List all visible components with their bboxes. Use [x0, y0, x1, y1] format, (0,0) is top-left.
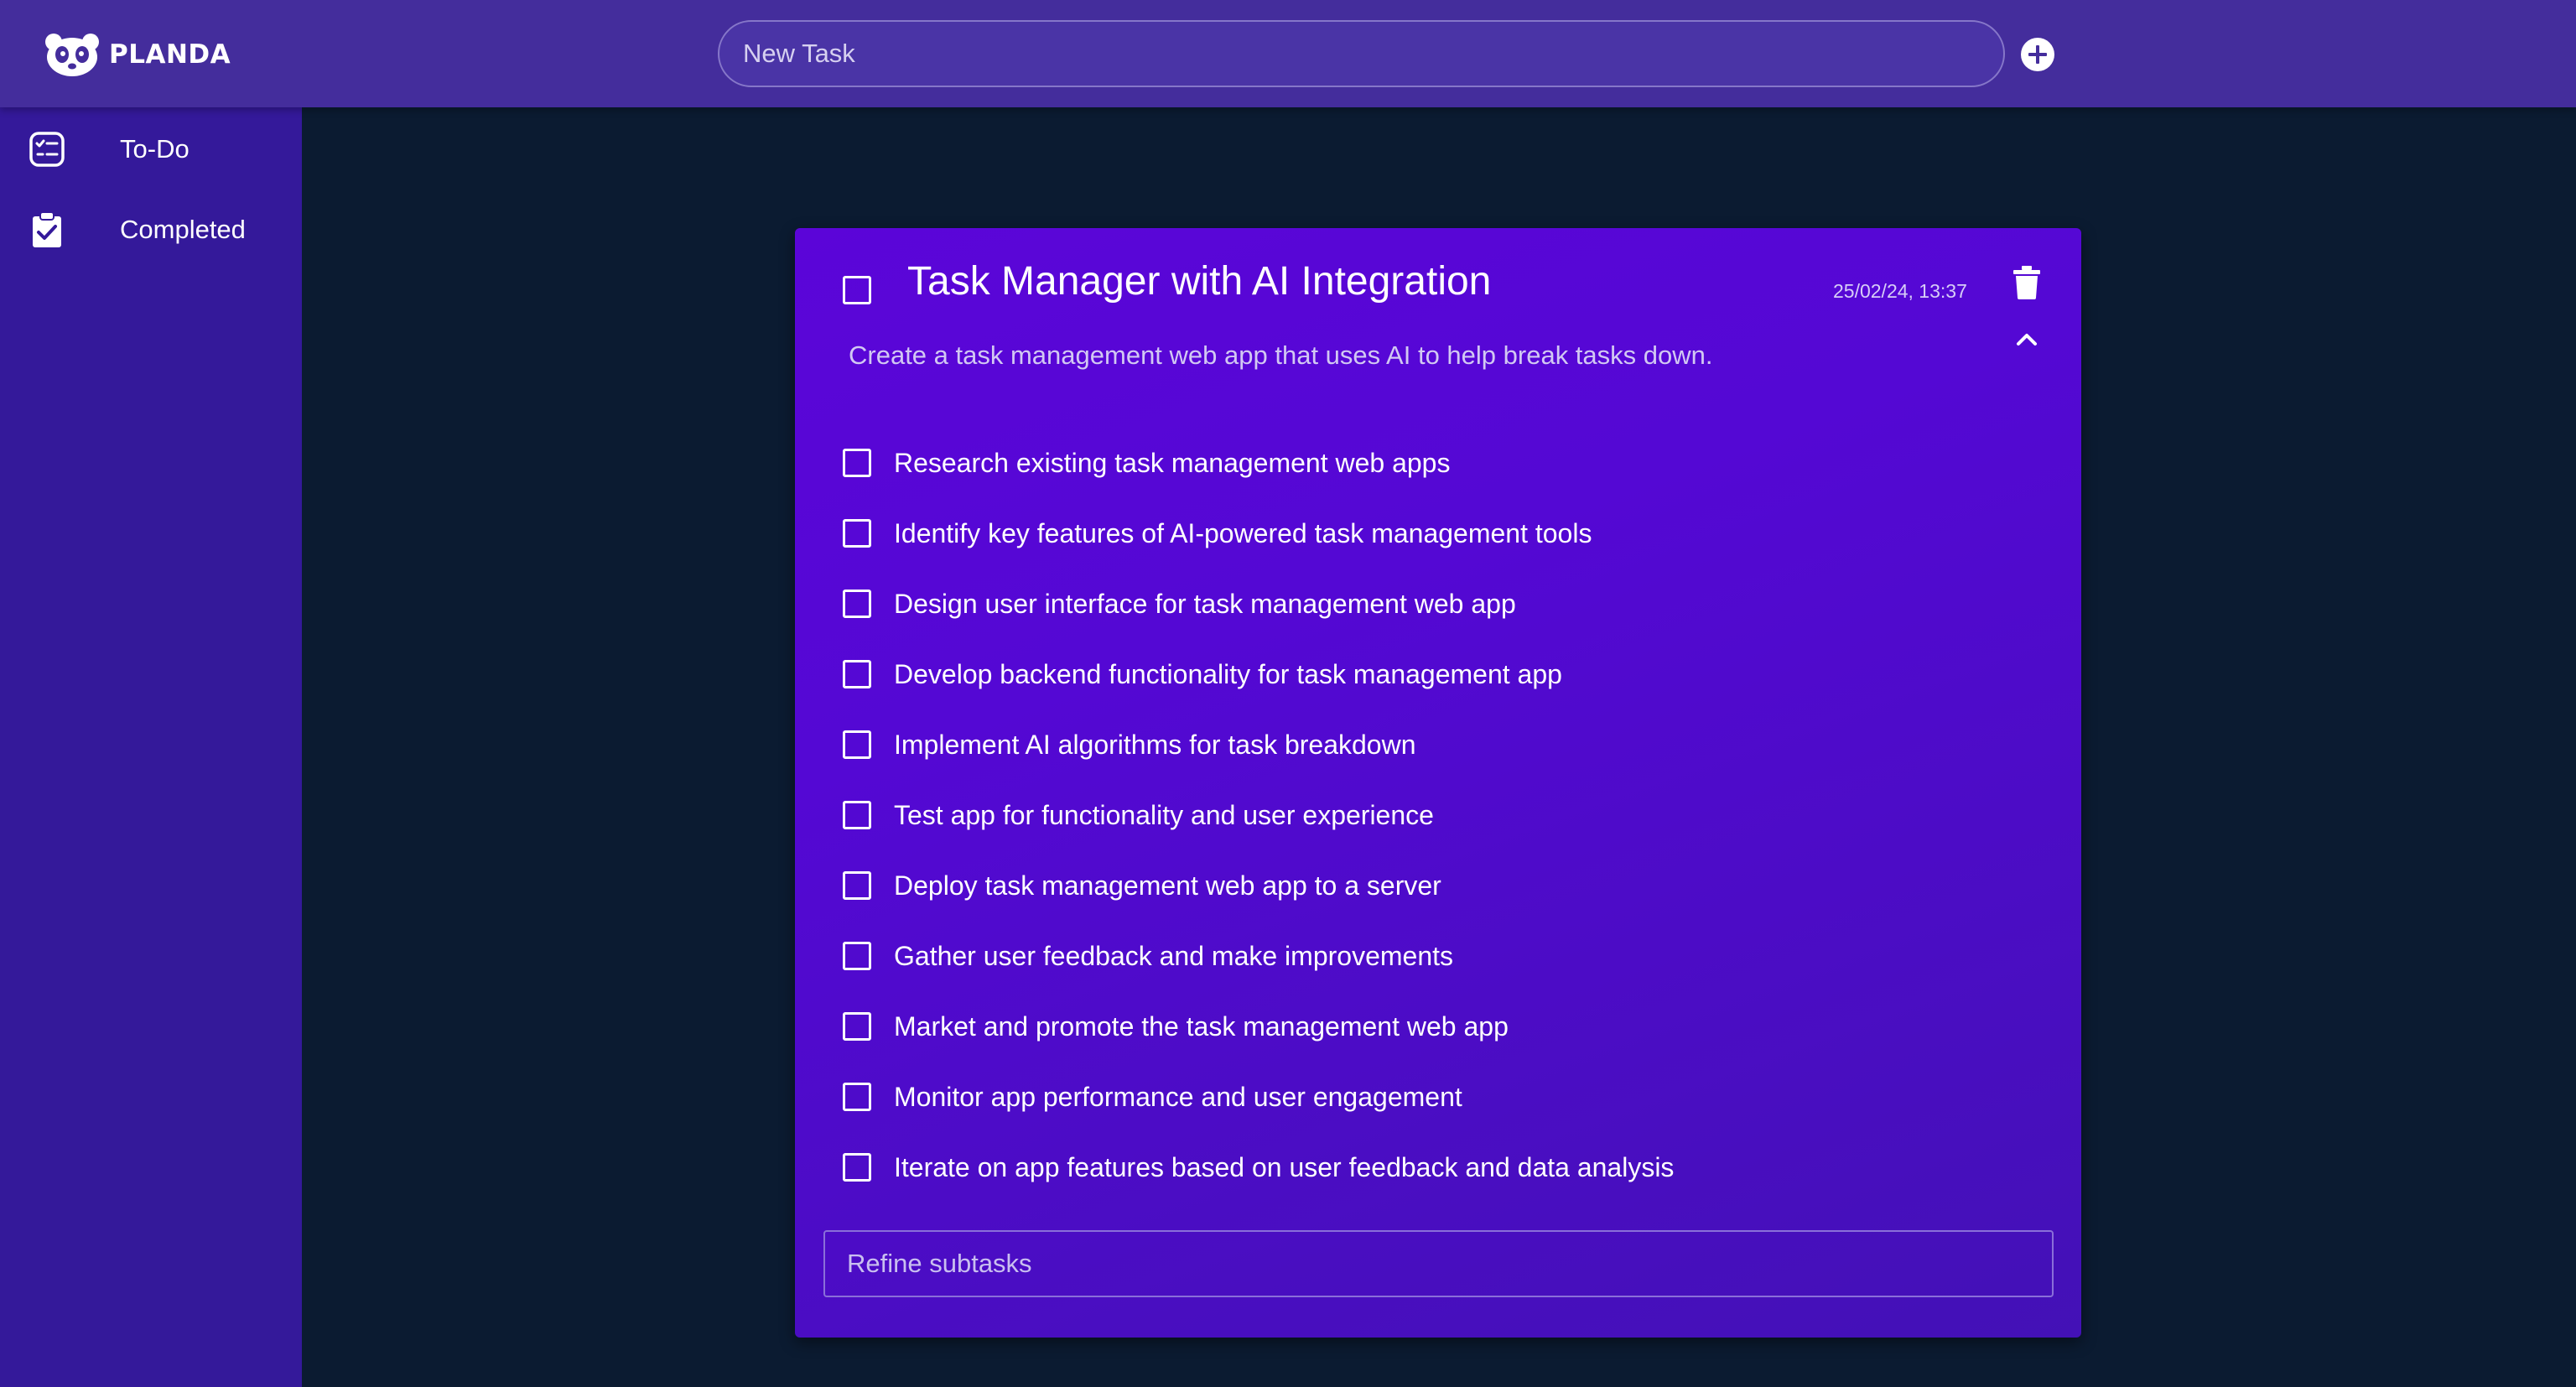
subtask-checkbox[interactable]: [843, 1153, 871, 1182]
subtask-item: Market and promote the task management w…: [795, 1001, 1969, 1052]
subtask-checkbox[interactable]: [843, 942, 871, 970]
refine-subtasks-input[interactable]: [847, 1249, 2030, 1279]
panda-logo-icon: [45, 34, 99, 76]
subtask-label: Deploy task management web app to a serv…: [894, 870, 1441, 901]
subtask-checkbox[interactable]: [843, 730, 871, 759]
subtask-label: Monitor app performance and user engagem…: [894, 1082, 1462, 1112]
subtask-item: Develop backend functionality for task m…: [795, 649, 1969, 699]
subtask-item: Identify key features of AI-powered task…: [795, 508, 1969, 558]
subtask-label: Market and promote the task management w…: [894, 1011, 1509, 1042]
new-task-field[interactable]: [718, 20, 2005, 87]
subtask-checkbox[interactable]: [843, 660, 871, 688]
trash-icon[interactable]: [2012, 266, 2041, 299]
subtask-label: Research existing task management web ap…: [894, 448, 1451, 478]
app-logo[interactable]: PLANDA: [44, 32, 231, 77]
subtask-checkbox[interactable]: [843, 1012, 871, 1041]
sidebar-item-label: To-Do: [120, 134, 190, 164]
subtask-item: Research existing task management web ap…: [795, 438, 1969, 488]
subtask-checkbox[interactable]: [843, 449, 871, 477]
subtask-checkbox[interactable]: [843, 590, 871, 618]
new-task-input[interactable]: [743, 39, 1980, 69]
brand-name: PLANDA: [109, 39, 231, 70]
task-card: Task Manager with AI Integration 25/02/2…: [795, 228, 2081, 1338]
subtask-label: Gather user feedback and make improvemen…: [894, 941, 1453, 971]
subtask-checkbox[interactable]: [843, 519, 871, 548]
sidebar-item-todo[interactable]: To-Do: [0, 112, 302, 187]
subtask-item: Iterate on app features based on user fe…: [795, 1142, 1969, 1192]
refine-subtasks-field[interactable]: [823, 1230, 2054, 1297]
task-description: Create a task management web app that us…: [849, 340, 1713, 370]
subtask-label: Identify key features of AI-powered task…: [894, 518, 1592, 548]
subtask-checkbox[interactable]: [843, 871, 871, 900]
sidebar: To-Do Completed: [0, 107, 302, 1387]
subtask-item: Test app for functionality and user expe…: [795, 790, 1969, 840]
sidebar-item-completed[interactable]: Completed: [0, 192, 302, 268]
chevron-up-icon[interactable]: [2012, 330, 2041, 349]
subtask-label: Test app for functionality and user expe…: [894, 800, 1434, 830]
subtask-label: Develop backend functionality for task m…: [894, 659, 1562, 689]
checklist-icon: [29, 132, 65, 167]
subtask-item: Design user interface for task managemen…: [795, 579, 1969, 629]
subtask-item: Deploy task management web app to a serv…: [795, 860, 1969, 911]
top-bar: PLANDA: [0, 0, 2576, 107]
subtask-item: Gather user feedback and make improvemen…: [795, 931, 1969, 981]
clipboard-check-icon: [33, 211, 61, 247]
task-timestamp: 25/02/24, 13:37: [1833, 280, 1967, 302]
subtask-label: Iterate on app features based on user fe…: [894, 1152, 1675, 1182]
subtask-item: Monitor app performance and user engagem…: [795, 1072, 1969, 1122]
subtask-checkbox[interactable]: [843, 1083, 871, 1111]
task-complete-checkbox[interactable]: [843, 276, 871, 304]
task-title: Task Manager with AI Integration: [907, 259, 1492, 304]
plus-circle-icon[interactable]: [2020, 37, 2055, 72]
subtask-label: Implement AI algorithms for task breakdo…: [894, 730, 1416, 760]
subtask-label: Design user interface for task managemen…: [894, 589, 1516, 619]
sidebar-item-label: Completed: [120, 215, 246, 244]
subtask-checkbox[interactable]: [843, 801, 871, 829]
subtask-item: Implement AI algorithms for task breakdo…: [795, 719, 1969, 770]
